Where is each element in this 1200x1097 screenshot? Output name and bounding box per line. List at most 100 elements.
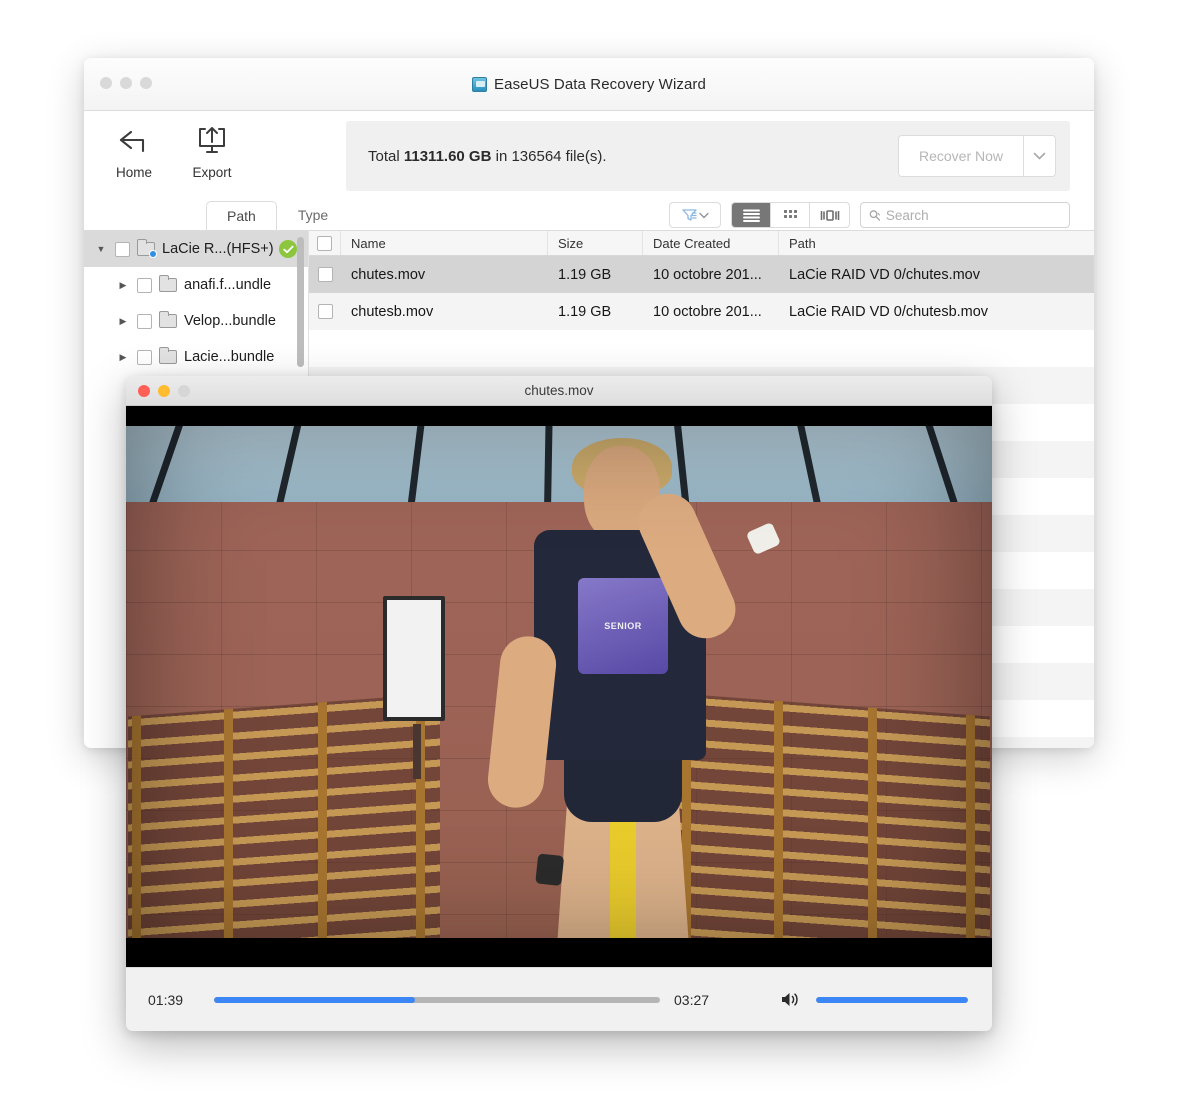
current-time-label: 01:39: [148, 991, 184, 1008]
letterbox-bottom: [126, 938, 992, 967]
tree-item-label: anafi.f...undle: [184, 277, 272, 293]
grid-dots-icon: [783, 209, 797, 218]
player-zoom-button[interactable]: [178, 384, 190, 397]
video-frame-image: SENIOR: [126, 406, 992, 967]
tree-checkbox[interactable]: [137, 313, 152, 329]
player-titlebar: chutes.mov: [126, 376, 992, 406]
minimize-button[interactable]: [120, 77, 132, 89]
player-minimize-button[interactable]: [158, 384, 170, 397]
view-mode-segmented-control[interactable]: [731, 202, 850, 228]
summary-middle: in: [491, 147, 512, 165]
playback-progress-fill: [214, 996, 415, 1003]
twisty-collapsed-icon[interactable]: ▶: [116, 280, 130, 291]
chevron-down-icon: [1033, 152, 1046, 159]
list-view-button[interactable]: [732, 203, 771, 227]
sidebar-scrollbar[interactable]: [297, 237, 304, 367]
column-header-path[interactable]: Path: [779, 231, 1094, 255]
window-traffic-lights[interactable]: [100, 77, 152, 89]
tab-type[interactable]: Type: [277, 200, 349, 230]
tree-item-anafi[interactable]: ▶ anafi.f...undle: [84, 267, 308, 303]
screen: EaseUS Data Recovery Wizard Home Export …: [0, 0, 1200, 1097]
folder-icon: [159, 311, 177, 328]
search-field[interactable]: [860, 202, 1070, 228]
home-label: Home: [115, 165, 152, 180]
cell-date-created: 10 octobre 201...: [653, 303, 762, 320]
export-label: Export: [192, 165, 232, 180]
table-row[interactable]: chutesb.mov 1.19 GB 10 octobre 201... La…: [309, 293, 1094, 330]
volume-slider[interactable]: [816, 996, 968, 1003]
close-button[interactable]: [100, 77, 112, 89]
speaker-volume-icon[interactable]: [780, 991, 800, 1008]
cell-name: chutesb.mov: [351, 303, 434, 320]
player-controls: 01:39 03:27: [126, 967, 992, 1031]
quicktime-player-window: chutes.mov SENIOR 01:39 03:27: [126, 376, 992, 1031]
volume-fill: [816, 996, 968, 1003]
search-input[interactable]: [885, 207, 1061, 223]
chevron-down-icon: [698, 212, 709, 218]
zoom-button[interactable]: [140, 77, 152, 89]
tree-checkbox[interactable]: [137, 349, 152, 365]
export-button[interactable]: Export: [186, 123, 238, 180]
table-header-row: Name Size Date Created Path: [309, 231, 1094, 256]
summary-prefix: Total: [368, 147, 404, 165]
tree-item-label: LaCie R...(HFS+): [162, 241, 274, 257]
export-upload-icon: [196, 123, 228, 159]
back-arrow-icon: [118, 123, 150, 159]
twisty-collapsed-icon[interactable]: ▶: [116, 316, 130, 327]
cell-name: chutes.mov: [351, 266, 426, 283]
letterbox-top: [126, 406, 992, 426]
app-title: EaseUS Data Recovery Wizard: [494, 75, 706, 93]
select-all-header[interactable]: [309, 231, 341, 255]
player-title: chutes.mov: [524, 383, 594, 398]
list-lines-icon: [742, 209, 760, 222]
coverflow-icon: [820, 209, 839, 221]
easeus-app-icon: [472, 76, 488, 92]
tab-path[interactable]: Path: [206, 201, 277, 230]
folder-icon: [159, 347, 177, 364]
playback-scrubber[interactable]: [214, 996, 660, 1003]
cell-size: 1.19 GB: [558, 266, 612, 283]
scan-summary-bar: Total 11311.60 GB in 136564 file(s). Rec…: [346, 121, 1070, 191]
folder-icon: [137, 239, 157, 258]
column-header-name[interactable]: Name: [341, 231, 548, 255]
tree-checkbox[interactable]: [115, 241, 130, 257]
summary-file-count: 136564: [511, 147, 562, 165]
summary-total-size: 11311.60 GB: [403, 147, 492, 165]
column-header-date-created[interactable]: Date Created: [643, 231, 779, 255]
tree-item-lacie-raid[interactable]: ▼ LaCie R...(HFS+): [84, 231, 308, 267]
filter-button[interactable]: [669, 202, 721, 228]
home-button[interactable]: Home: [108, 123, 160, 180]
table-row[interactable]: chutes.mov 1.19 GB 10 octobre 201... LaC…: [309, 256, 1094, 293]
cell-path: LaCie RAID VD 0/chutes.mov: [789, 266, 980, 283]
folder-icon: [159, 275, 177, 292]
app-toolbar: Home Export Total 11311.60 GB in 136564 …: [84, 111, 1094, 197]
verified-check-badge: [279, 240, 297, 258]
table-row-empty: [309, 330, 1094, 367]
grid-view-button[interactable]: [771, 203, 810, 227]
tree-item-velop[interactable]: ▶ Velop...bundle: [84, 303, 308, 339]
twisty-collapsed-icon[interactable]: ▶: [116, 352, 130, 363]
total-time-label: 03:27: [674, 991, 710, 1008]
row-checkbox[interactable]: [317, 304, 333, 319]
search-magnifier-icon: [869, 209, 881, 221]
path-type-tabs: Path Type: [84, 197, 1094, 230]
select-all-checkbox[interactable]: [317, 235, 332, 251]
player-traffic-lights[interactable]: [138, 384, 190, 397]
tree-checkbox[interactable]: [137, 277, 152, 293]
scan-summary-text: Total 11311.60 GB in 136564 file(s).: [368, 148, 607, 165]
cell-path: LaCie RAID VD 0/chutesb.mov: [789, 303, 989, 320]
tree-item-lacie-bundle[interactable]: ▶ Lacie...bundle: [84, 339, 308, 375]
player-close-button[interactable]: [138, 384, 150, 397]
recover-now-group[interactable]: Recover Now: [897, 135, 1056, 177]
video-viewport[interactable]: SENIOR: [126, 406, 992, 967]
row-checkbox[interactable]: [317, 267, 333, 282]
cell-date-created: 10 octobre 201...: [653, 266, 762, 283]
coverflow-view-button[interactable]: [810, 203, 849, 227]
app-titlebar: EaseUS Data Recovery Wizard: [84, 58, 1094, 111]
cell-size: 1.19 GB: [558, 303, 612, 320]
twisty-expanded-icon[interactable]: ▼: [94, 244, 108, 254]
recover-now-dropdown-button[interactable]: [1023, 136, 1055, 176]
recover-now-button[interactable]: Recover Now: [898, 136, 1023, 176]
column-header-size[interactable]: Size: [548, 231, 643, 255]
filter-funnel-icon: [681, 209, 697, 221]
